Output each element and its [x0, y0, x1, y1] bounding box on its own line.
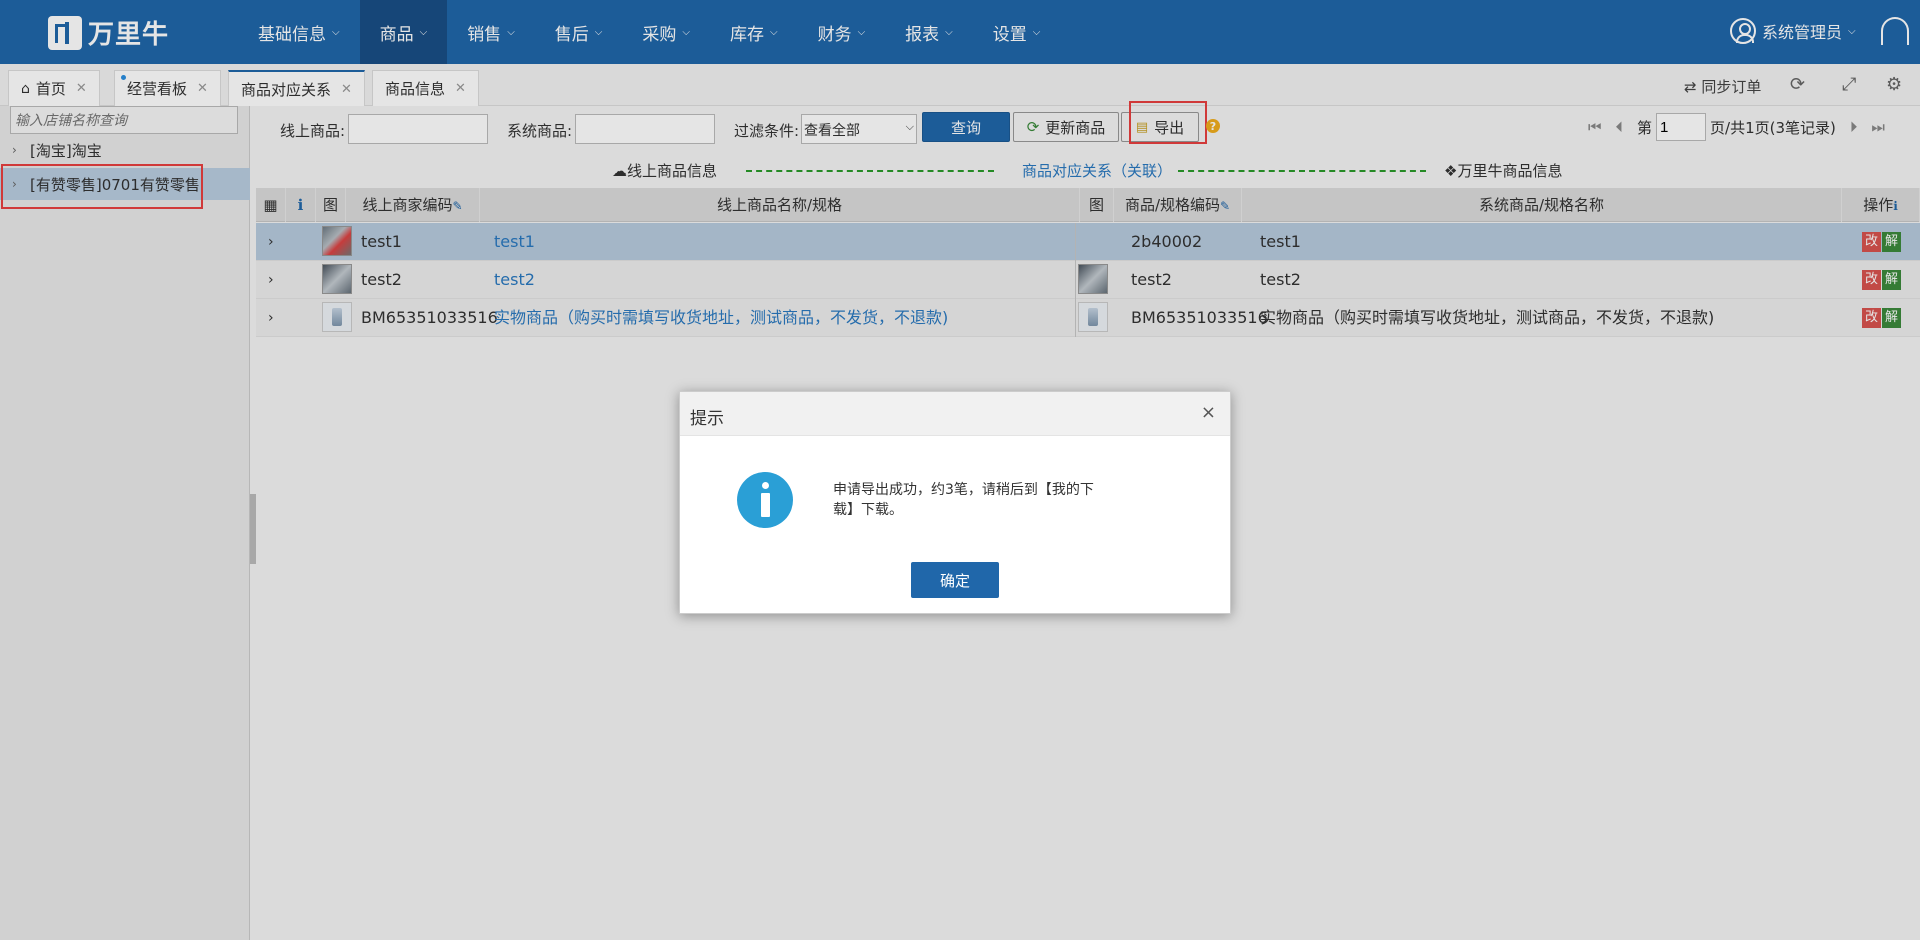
alert-dialog: 提示 × 申请导出成功，约3笔，请稍后到【我的下载】下载。 确定 [679, 391, 1231, 614]
close-icon[interactable]: × [1201, 402, 1216, 423]
dialog-header: 提示 × [680, 392, 1230, 436]
dialog-title: 提示 [690, 409, 724, 429]
info-icon [737, 472, 793, 528]
ok-button[interactable]: 确定 [911, 562, 999, 598]
dialog-message: 申请导出成功，约3笔，请稍后到【我的下载】下载。 [833, 482, 1094, 518]
